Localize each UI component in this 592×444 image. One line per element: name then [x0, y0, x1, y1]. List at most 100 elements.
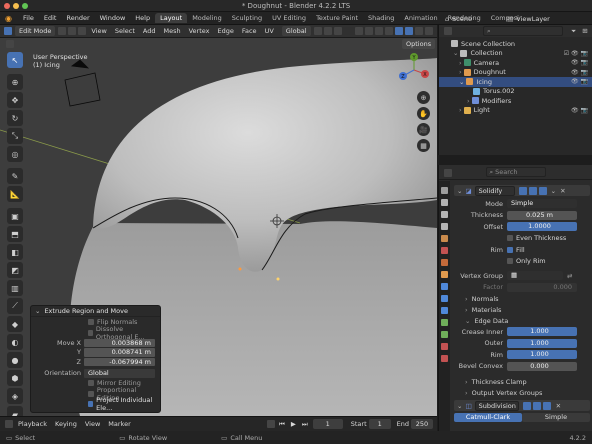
play-icon[interactable]: ▶: [291, 420, 296, 428]
menu-select[interactable]: Select: [111, 27, 139, 35]
expand-chevron-icon[interactable]: ›: [459, 68, 462, 76]
thickness-clamp-subpanel[interactable]: › Thickness Clamp: [451, 376, 592, 387]
view-layer-tab-icon[interactable]: [441, 223, 448, 230]
menu-view[interactable]: View: [87, 27, 110, 35]
object-tab-icon[interactable]: [441, 271, 448, 278]
vertex-select-icon[interactable]: [58, 27, 67, 35]
scene-tab-icon[interactable]: [441, 235, 448, 242]
collapse-icon[interactable]: ⌄: [35, 307, 40, 315]
menu-window[interactable]: Window: [95, 14, 131, 22]
tree-item-camera[interactable]: › Camera 👁 📷: [439, 58, 592, 68]
properties-editor-icon[interactable]: [444, 169, 452, 177]
blender-logo-icon[interactable]: ◉: [5, 14, 14, 23]
outliner-search-input[interactable]: ⌕: [483, 26, 563, 36]
mirror-y-icon[interactable]: [365, 27, 373, 35]
menu-timeline-view[interactable]: View: [81, 420, 104, 428]
loop-cut-tool-icon[interactable]: ▥: [7, 280, 23, 296]
proportional-icon[interactable]: [333, 27, 342, 35]
only-rim-row[interactable]: Only Rim: [451, 256, 592, 268]
render-toggle-icon[interactable]: [542, 401, 551, 410]
mirror-z-icon[interactable]: [375, 27, 383, 35]
expand-chevron-icon[interactable]: ⌄: [459, 78, 464, 86]
tab-uv-editing[interactable]: UV Editing: [267, 13, 311, 23]
poly-build-tool-icon[interactable]: ◆: [7, 316, 23, 332]
modifier-delete-icon[interactable]: ✕: [560, 187, 565, 195]
auto-key-icon[interactable]: [267, 420, 276, 428]
viewport-toggle-icon[interactable]: [528, 186, 537, 195]
menu-vertex[interactable]: Vertex: [185, 27, 214, 35]
menu-file[interactable]: File: [18, 14, 39, 22]
only-rim-checkbox[interactable]: [507, 258, 513, 265]
camera-view-icon[interactable]: 🎥: [417, 123, 430, 136]
menu-keying[interactable]: Keying: [51, 420, 81, 428]
rendered-shading-icon[interactable]: [425, 27, 433, 35]
modifier-menu-icon[interactable]: ⌄: [551, 187, 556, 195]
smooth-tool-icon[interactable]: ●: [7, 352, 23, 368]
tab-animation[interactable]: Animation: [399, 13, 442, 23]
visibility-eye-icon[interactable]: 👁 📷: [571, 78, 588, 85]
materials-subpanel[interactable]: › Materials: [451, 304, 592, 315]
knife-tool-icon[interactable]: ⟋: [7, 298, 23, 314]
modifier-delete-icon[interactable]: ✕: [556, 402, 561, 410]
thickness-field[interactable]: 0.025 m: [507, 210, 577, 220]
cursor-tool-icon[interactable]: ⊕: [7, 74, 23, 90]
move-x-field[interactable]: 0.003868 m: [84, 338, 155, 347]
transform-tool-icon[interactable]: ◎: [7, 146, 23, 162]
output-vertex-groups-subpanel[interactable]: › Output Vertex Groups: [451, 387, 592, 398]
navigation-gizmo[interactable]: Y X Z: [398, 52, 430, 88]
spin-tool-icon[interactable]: ◐: [7, 334, 23, 350]
collapse-icon[interactable]: ⌄: [457, 402, 462, 410]
menu-playback[interactable]: Playback: [14, 420, 51, 428]
menu-edge[interactable]: Edge: [214, 27, 238, 35]
rim-fill-row[interactable]: Rim Fill: [451, 244, 592, 256]
edit-mode-toggle-icon[interactable]: [518, 186, 527, 195]
jump-start-icon[interactable]: ⏮: [279, 420, 285, 429]
tree-item-doughnut[interactable]: › Doughnut 👁 📷: [439, 68, 592, 78]
pivot-icon[interactable]: [313, 27, 322, 35]
bevel-convex-field[interactable]: 0.000: [507, 361, 577, 371]
menu-render[interactable]: Render: [61, 14, 94, 22]
scene-icon[interactable]: ⌂: [445, 15, 449, 23]
subdivision-name-field[interactable]: Subdivision: [474, 400, 519, 411]
material-tab-icon[interactable]: [441, 343, 448, 350]
edge-data-subpanel[interactable]: ⌄ Edge Data: [451, 315, 592, 326]
mode-dropdown[interactable]: Edit Mode: [15, 26, 56, 36]
visibility-eye-icon[interactable]: 👁 📷: [571, 59, 588, 66]
xray-icon[interactable]: [395, 27, 403, 35]
edge-slide-tool-icon[interactable]: ⬢: [7, 370, 23, 386]
tab-layout[interactable]: Layout: [155, 13, 188, 23]
rotate-tool-icon[interactable]: ↻: [7, 110, 23, 126]
offset-slider[interactable]: 1.0000: [507, 222, 577, 232]
expand-chevron-icon[interactable]: ⌄: [453, 49, 458, 57]
add-cube-tool-icon[interactable]: ▣: [7, 208, 23, 224]
move-tool-icon[interactable]: ✥: [7, 92, 23, 108]
modifier-tab-icon[interactable]: [441, 283, 448, 290]
expand-chevron-icon[interactable]: ›: [459, 59, 462, 67]
editor-type-icon[interactable]: [4, 27, 12, 35]
overlay-icon[interactable]: [385, 27, 393, 35]
tree-item-icing[interactable]: ⌄ Icing 👁 📷: [439, 77, 592, 87]
rim-crease-slider[interactable]: 1.000: [507, 350, 577, 360]
fill-checkbox[interactable]: [507, 246, 513, 253]
edit-mode-toggle-icon[interactable]: [522, 401, 531, 410]
world-tab-icon[interactable]: [441, 247, 448, 254]
tree-item-scene-collection[interactable]: Scene Collection: [439, 39, 592, 49]
expand-chevron-icon[interactable]: ›: [467, 97, 470, 105]
vertex-group-field[interactable]: ▦: [507, 271, 563, 281]
menu-edit[interactable]: Edit: [39, 14, 62, 22]
tree-item-collection[interactable]: ⌄ Collection ☑ 👁 📷: [439, 49, 592, 59]
bevel-tool-icon[interactable]: ◩: [7, 262, 23, 278]
outer-slider[interactable]: 1.000: [507, 338, 577, 348]
tab-simple[interactable]: Simple: [522, 413, 590, 422]
menu-face[interactable]: Face: [238, 27, 261, 35]
visibility-eye-icon[interactable]: 👁 📷: [571, 107, 588, 114]
outliner-editor-icon[interactable]: [444, 27, 452, 35]
end-frame-field[interactable]: 250: [411, 419, 433, 429]
options-dropdown[interactable]: Options: [402, 39, 436, 49]
constraints-tab-icon[interactable]: [441, 319, 448, 326]
menu-mesh[interactable]: Mesh: [159, 27, 184, 35]
move-z-field[interactable]: -0.067994 m: [84, 357, 155, 366]
normals-subpanel[interactable]: › Normals: [451, 293, 592, 304]
particles-tab-icon[interactable]: [441, 295, 448, 302]
data-tab-icon[interactable]: [441, 331, 448, 338]
